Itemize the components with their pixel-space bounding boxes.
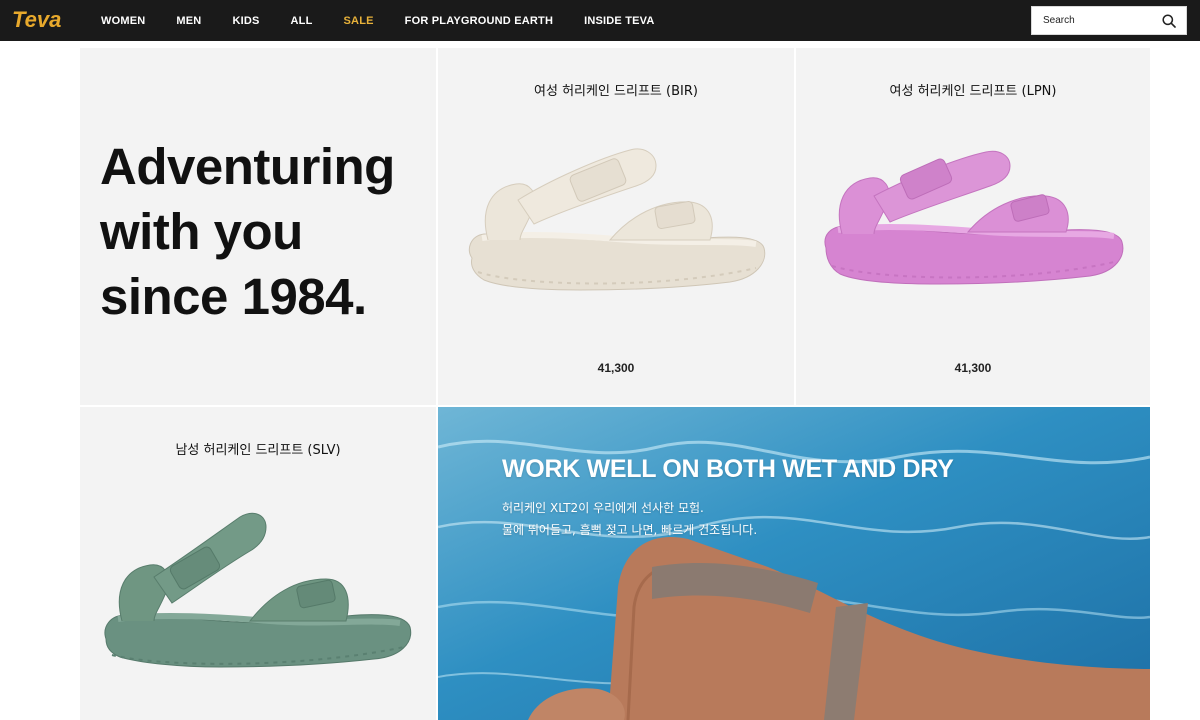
teva-logo[interactable]: Teva (11, 7, 69, 33)
nav-women[interactable]: WOMEN (101, 15, 145, 27)
product-card[interactable]: 남성 허리케인 드리프트 (SLV) (80, 407, 436, 720)
promo-banner[interactable]: WORK WELL ON BOTH WET AND DRY 허리케인 XLT2이… (438, 407, 1150, 720)
product-name[interactable]: 남성 허리케인 드리프트 (SLV) (80, 439, 436, 458)
pink-sandal-image[interactable] (818, 144, 1130, 304)
search-input[interactable] (1032, 7, 1152, 34)
product-grid: Adventuring with you since 1984. 여성 허리케인… (80, 48, 1150, 720)
banner-subtitle: 물에 뛰어들고, 흠뻑 젖고 나면, 빠르게 건조됩니다. (502, 523, 758, 537)
hero-line: with you (100, 203, 303, 260)
nav-all[interactable]: ALL (291, 15, 313, 27)
hero-line: since 1984. (100, 268, 367, 325)
product-card[interactable]: 여성 허리케인 드리프트 (LPN) 41,300 (796, 48, 1150, 405)
nav-sale[interactable]: SALE (344, 15, 374, 27)
product-name[interactable]: 여성 허리케인 드리프트 (LPN) (796, 80, 1150, 99)
logo-wordmark: Teva (12, 7, 61, 32)
hero-heading: Adventuring with you since 1984. (100, 134, 430, 329)
nav-playground-earth[interactable]: FOR PLAYGROUND EARTH (405, 15, 553, 27)
teva-logo-icon: Teva (12, 7, 61, 32)
nav-men[interactable]: MEN (176, 15, 201, 27)
green-sandal-image[interactable] (100, 507, 416, 675)
search-box (1031, 6, 1187, 35)
top-navigation: Teva WOMEN MEN KIDS ALL SALE FOR PLAYGRO… (0, 0, 1200, 41)
nav-kids[interactable]: KIDS (232, 15, 259, 27)
hero-line: Adventuring (100, 138, 395, 195)
product-price: 41,300 (954, 361, 992, 375)
search-icon[interactable] (1162, 14, 1176, 28)
hero-tile: Adventuring with you since 1984. (80, 48, 436, 405)
product-name[interactable]: 여성 허리케인 드리프트 (BIR) (438, 80, 794, 99)
main-nav: WOMEN MEN KIDS ALL SALE FOR PLAYGROUND E… (101, 0, 686, 41)
banner-title: WORK WELL ON BOTH WET AND DRY (502, 455, 954, 483)
product-price: 41,300 (597, 361, 635, 375)
product-card[interactable]: 여성 허리케인 드리프트 (BIR) 41,300 (438, 48, 794, 405)
pool-sandal-photo (438, 407, 1150, 720)
cream-sandal-image[interactable] (460, 140, 772, 310)
nav-inside-teva[interactable]: INSIDE TEVA (584, 15, 654, 27)
banner-subtitle: 허리케인 XLT2이 우리에게 선사한 모험. (502, 501, 704, 515)
